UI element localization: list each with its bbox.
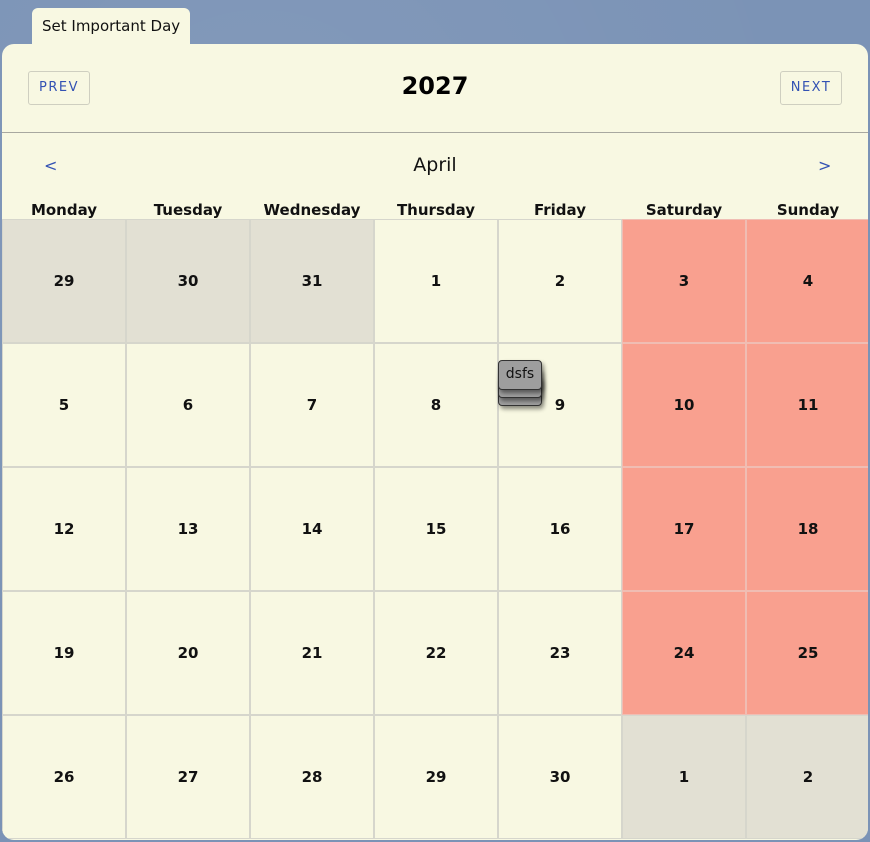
day-cell[interactable]: 2 [746,715,868,839]
day-cell[interactable]: 21 [250,591,374,715]
day-cell[interactable]: 27 [126,715,250,839]
day-number: 1 [678,768,690,786]
day-cell[interactable]: 18 [746,467,868,591]
day-cell-with-events[interactable]: 9 dsdf dsdf dsfs [498,343,622,467]
day-number: 25 [797,644,819,662]
day-number: 22 [425,644,447,662]
day-cell[interactable]: 8 [374,343,498,467]
day-cell[interactable]: 31 [250,219,374,343]
day-number: 24 [673,644,695,662]
day-cell[interactable]: 29 [374,715,498,839]
calendar-grid: 29 30 31 1 2 3 4 5 6 7 8 9 dsdf dsdf dsf… [2,219,868,840]
day-number: 20 [177,644,199,662]
day-number: 14 [301,520,323,538]
day-number: 17 [673,520,695,538]
day-cell[interactable]: 10 [622,343,746,467]
day-number: 9 [554,396,566,414]
weekday-header-wednesday: Wednesday [263,201,361,219]
day-number: 23 [549,644,571,662]
weekday-header-saturday: Saturday [645,201,723,219]
day-cell[interactable]: 7 [250,343,374,467]
month-header: < April > [2,144,868,190]
calendar-panel: PREV 2027 NEXT < April > Monday Tuesday … [2,44,868,840]
day-number: 21 [301,644,323,662]
day-cell[interactable]: 25 [746,591,868,715]
day-number: 13 [177,520,199,538]
day-cell[interactable]: 1 [622,715,746,839]
day-cell[interactable]: 11 [746,343,868,467]
month-title: April [413,154,457,176]
event-chip[interactable]: dsfs [498,360,542,390]
day-number: 19 [53,644,75,662]
day-number: 6 [182,396,194,414]
day-cell[interactable]: 22 [374,591,498,715]
day-number: 29 [53,272,75,290]
day-number: 12 [53,520,75,538]
day-number: 11 [797,396,819,414]
day-cell[interactable]: 30 [126,219,250,343]
day-number: 4 [802,272,814,290]
day-number: 15 [425,520,447,538]
day-number: 30 [549,768,571,786]
day-number: 16 [549,520,571,538]
day-cell[interactable]: 29 [2,219,126,343]
day-number: 5 [58,396,70,414]
next-month-button[interactable]: > [818,156,831,175]
day-number: 26 [53,768,75,786]
day-cell[interactable]: 14 [250,467,374,591]
next-year-button[interactable]: NEXT [780,71,842,105]
day-cell[interactable]: 20 [126,591,250,715]
day-cell[interactable]: 28 [250,715,374,839]
day-cell[interactable]: 15 [374,467,498,591]
day-number: 1 [430,272,442,290]
year-header: PREV 2027 NEXT [2,44,868,133]
day-number: 18 [797,520,819,538]
day-number: 29 [425,768,447,786]
day-number: 28 [301,768,323,786]
day-number: 30 [177,272,199,290]
day-cell[interactable]: 2 [498,219,622,343]
day-number: 27 [177,768,199,786]
day-cell[interactable]: 23 [498,591,622,715]
day-number: 2 [554,272,566,290]
day-number: 8 [430,396,442,414]
day-cell[interactable]: 24 [622,591,746,715]
day-cell[interactable]: 30 [498,715,622,839]
day-number: 2 [802,768,814,786]
day-cell[interactable]: 13 [126,467,250,591]
weekday-header-sunday: Sunday [776,201,840,219]
day-cell[interactable]: 1 [374,219,498,343]
day-number: 3 [678,272,690,290]
day-cell[interactable]: 5 [2,343,126,467]
day-cell[interactable]: 12 [2,467,126,591]
weekday-header-monday: Monday [30,201,98,219]
day-cell[interactable]: 16 [498,467,622,591]
day-cell[interactable]: 17 [622,467,746,591]
day-number: 10 [673,396,695,414]
weekday-header-friday: Friday [533,201,586,219]
day-number: 31 [301,272,323,290]
day-cell[interactable]: 6 [126,343,250,467]
day-cell[interactable]: 3 [622,219,746,343]
weekday-header-thursday: Thursday [396,201,476,219]
year-title: 2027 [401,72,469,100]
tab-set-important-day[interactable]: Set Important Day [32,8,191,44]
day-cell[interactable]: 19 [2,591,126,715]
day-cell[interactable]: 4 [746,219,868,343]
day-cell[interactable]: 26 [2,715,126,839]
weekday-header-tuesday: Tuesday [153,201,223,219]
day-number: 7 [306,396,318,414]
